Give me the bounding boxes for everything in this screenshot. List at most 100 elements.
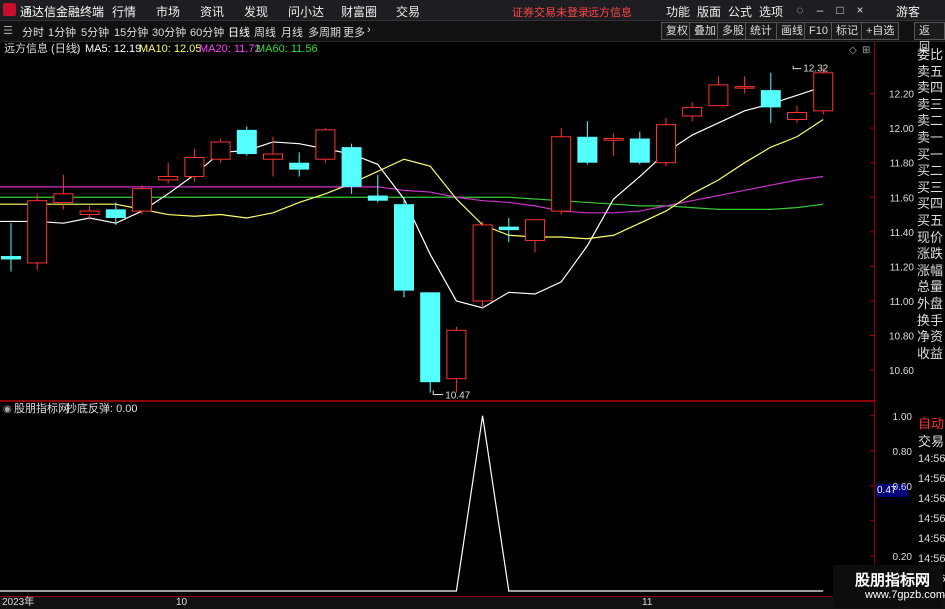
menu-news[interactable]: 资讯 <box>200 3 224 20</box>
trade-label[interactable]: 交易 <box>918 431 944 450</box>
candle <box>289 152 310 177</box>
ma10-label: MA10: 12.05 <box>139 43 201 55</box>
settings-diamond-icon[interactable]: ◇ <box>849 45 857 56</box>
candle <box>341 143 362 194</box>
candle <box>1 223 21 272</box>
y-tick-label: 11.40 <box>890 228 915 239</box>
chart-stock-title: 远方信息 (日线) <box>4 41 80 55</box>
period-monthly[interactable]: 月线 <box>281 24 303 40</box>
ind-y-tick-label: 0.20 <box>893 552 913 563</box>
collapse-icon[interactable]: ◇ <box>72 44 80 55</box>
indicator-collapse-icon[interactable]: ◉ <box>3 404 12 415</box>
ma5-label: MA5: 12.19 <box>85 43 141 55</box>
ma60-label: MA60: 11.56 <box>256 43 318 55</box>
period-1min[interactable]: 1分钟 <box>48 24 76 40</box>
period-weekly[interactable]: 周线 <box>254 24 276 40</box>
low-marker <box>432 390 444 396</box>
menu-options[interactable]: 选项 <box>759 3 783 20</box>
menu-formula[interactable]: 公式 <box>728 3 752 20</box>
candle <box>132 185 152 215</box>
candle <box>27 193 48 270</box>
period-timeshare[interactable]: 分时 <box>22 24 44 40</box>
minimize-icon[interactable]: – <box>812 2 828 18</box>
menu-trade[interactable]: 交易 <box>396 3 420 20</box>
f10-button[interactable]: F10 <box>804 22 833 40</box>
indicator-y-axis-labels: 1.00 0.80 0.60 0.20 <box>893 412 913 563</box>
trade-time-label: 14:56 <box>918 513 945 525</box>
guest-label[interactable]: 游客 <box>896 3 920 20</box>
kline-chart[interactable]: 远方信息 (日线) ◇ MA5: 12.19 MA10: 12.05 MA20:… <box>0 41 876 401</box>
menu-ask[interactable]: 问小达 <box>288 3 324 20</box>
app-logo-icon <box>3 3 16 16</box>
candle <box>394 197 414 298</box>
candle <box>551 128 572 215</box>
auto-trade-label[interactable]: 自动 <box>918 413 944 432</box>
candle <box>603 133 624 156</box>
indicator-formula-label: 抄底反弹: 0.00 <box>66 401 138 415</box>
menu-layout[interactable]: 版面 <box>697 3 721 20</box>
period-more[interactable]: 更多 <box>343 24 365 40</box>
menu-market[interactable]: 市场 <box>156 3 180 20</box>
maximize-icon[interactable]: □ <box>832 2 848 18</box>
candle <box>184 148 205 182</box>
period-5min[interactable]: 5分钟 <box>81 24 109 40</box>
expand-icon[interactable]: ⊞ <box>862 45 870 56</box>
period-60min[interactable]: 60分钟 <box>190 24 224 40</box>
chevron-right-icon[interactable]: › <box>367 24 371 36</box>
menu-discover[interactable]: 发现 <box>244 3 268 20</box>
candle <box>656 117 676 167</box>
candle <box>420 292 441 393</box>
period-toolbar: ☰ 分时 1分钟 5分钟 15分钟 30分钟 60分钟 日线 周线 月线 多周期… <box>0 21 945 53</box>
y-tick-label: 11.60 <box>890 193 915 204</box>
period-15min[interactable]: 15分钟 <box>114 24 148 40</box>
indicator-line <box>0 415 824 592</box>
y-tick-label: 11.20 <box>890 262 915 273</box>
indicator-chart[interactable]: ◉ 股朋指标网 抄底反弹: 0.00 <box>0 401 876 597</box>
date-axis: 2023年 10 11 <box>0 597 945 609</box>
menu-quotes[interactable]: 行情 <box>112 3 136 20</box>
y-tick-label: 11.80 <box>890 159 915 170</box>
candle <box>498 217 519 243</box>
candle <box>210 138 231 163</box>
close-icon[interactable]: × <box>852 2 868 18</box>
menu-wealth[interactable]: 财富圈 <box>341 3 377 20</box>
candle <box>682 102 703 122</box>
ma20-label: MA20: 11.72 <box>199 43 261 55</box>
candle <box>158 162 179 184</box>
stock-notice: 远方信息 <box>588 7 632 19</box>
candle <box>525 219 545 253</box>
add-favorite-button[interactable]: +自选 <box>861 22 900 40</box>
candle <box>629 131 650 165</box>
candle <box>472 221 493 308</box>
trade-time-label: 14:56 <box>918 533 945 545</box>
period-daily[interactable]: 日线 <box>228 24 250 40</box>
menu-functions[interactable]: 功能 <box>666 3 690 20</box>
period-multi[interactable]: 多周期 <box>308 24 341 40</box>
stats-button[interactable]: 统计 <box>745 22 777 40</box>
trade-time-label: 14:56 <box>918 473 945 485</box>
mark-button[interactable]: 标记 <box>831 22 863 40</box>
trade-time-label: 14:56 <box>918 493 945 505</box>
y-tick-label: 11.00 <box>890 297 915 308</box>
login-notice[interactable]: 证券交易未登录 <box>512 4 589 20</box>
ind-y-tick-label: 0.80 <box>893 447 913 458</box>
candle <box>577 121 598 165</box>
high-price-label: 12.32 <box>803 64 828 75</box>
candle <box>734 76 755 94</box>
trade-time-label: 14:56 <box>918 453 945 465</box>
back-button[interactable]: 返回 <box>914 22 945 53</box>
y-tick-label: 12.00 <box>889 124 914 135</box>
candle <box>79 205 100 220</box>
candle <box>315 128 336 163</box>
ind-y-tick-label: 0.60 <box>893 482 913 493</box>
candle <box>708 76 729 107</box>
y-tick-label: 12.20 <box>889 90 914 101</box>
candle <box>367 174 388 203</box>
app-title: 通达信金融终端 <box>20 5 105 19</box>
headset-icon[interactable]: ◌ <box>792 2 808 18</box>
indicator-title: 股朋指标网 <box>14 401 69 415</box>
date-label-oct: 10 <box>176 597 188 608</box>
trade-time-label: 14:56 <box>918 553 945 565</box>
date-label-year: 2023年 <box>2 597 35 608</box>
period-30min[interactable]: 30分钟 <box>152 24 186 40</box>
